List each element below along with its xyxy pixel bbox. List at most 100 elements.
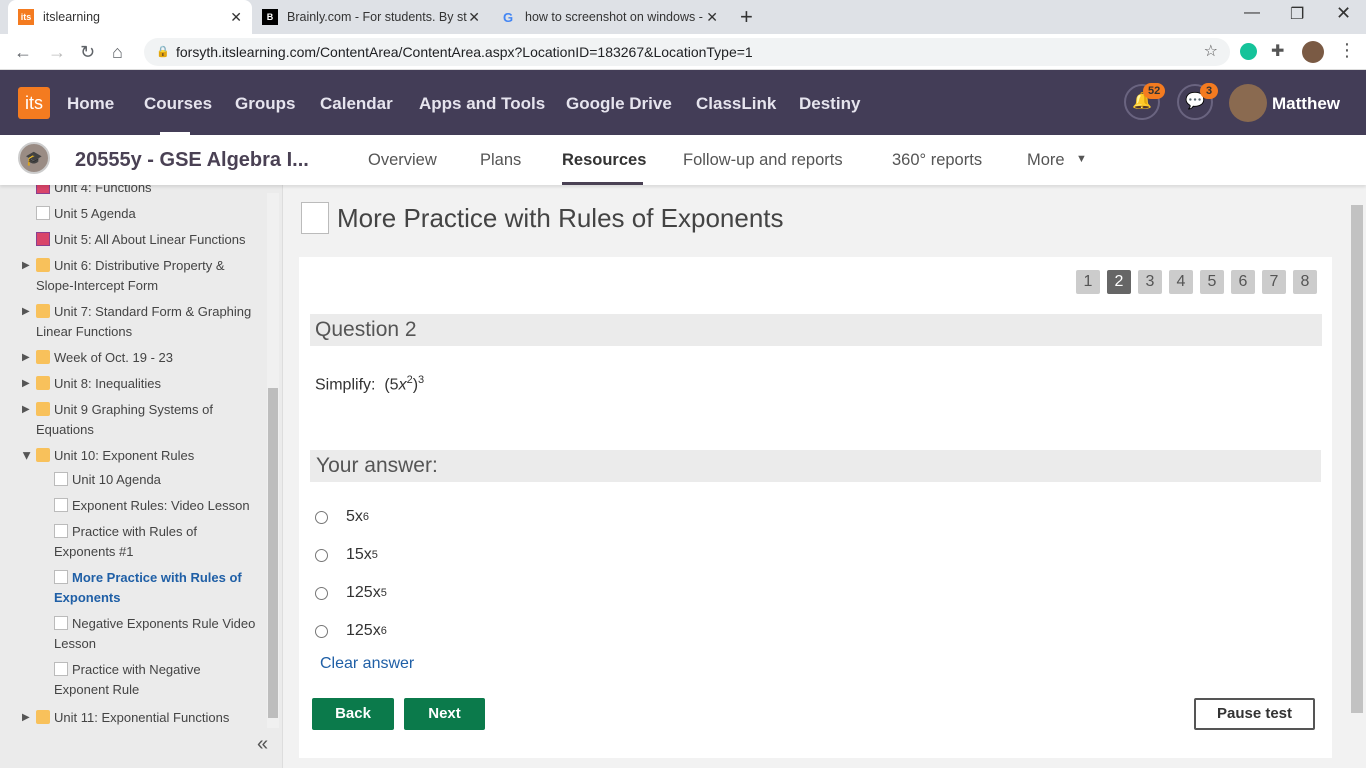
tab-360-reports[interactable]: 360° reports bbox=[892, 151, 982, 170]
tab-brainly[interactable]: B Brainly.com - For students. By stu ✕ bbox=[252, 0, 490, 34]
collapse-sidebar-icon[interactable]: « bbox=[257, 733, 268, 756]
tree-folder[interactable]: ▶ Unit 9 Graphing Systems of Equations bbox=[22, 400, 236, 440]
messages-badge: 3 bbox=[1200, 83, 1219, 99]
home-icon[interactable]: ⌂ bbox=[112, 42, 123, 63]
tab-follow-up-and-reports[interactable]: Follow-up and reports bbox=[683, 151, 843, 170]
brainly-favicon-icon: B bbox=[262, 9, 278, 25]
close-tab-icon[interactable]: ✕ bbox=[706, 9, 718, 26]
nav-apps-and-tools[interactable]: Apps and Tools bbox=[419, 94, 545, 114]
close-tab-icon[interactable]: ✕ bbox=[468, 9, 480, 26]
nav-google-drive[interactable]: Google Drive bbox=[566, 94, 672, 114]
tab-plans[interactable]: Plans bbox=[480, 151, 521, 170]
minimize-icon[interactable]: — bbox=[1244, 4, 1260, 22]
nav-classlink[interactable]: ClassLink bbox=[696, 94, 776, 114]
folder-icon bbox=[36, 710, 50, 724]
back-button[interactable]: Back bbox=[312, 698, 394, 730]
page-1-button[interactable]: 1 bbox=[1076, 270, 1100, 294]
chevron-down-icon[interactable]: ▼ bbox=[1076, 153, 1087, 165]
folder-icon bbox=[36, 402, 50, 416]
profile-avatar[interactable] bbox=[1302, 41, 1324, 63]
answer-option[interactable]: 15x 5 bbox=[315, 546, 378, 564]
nav-calendar[interactable]: Calendar bbox=[320, 94, 393, 114]
clear-answer-link[interactable]: Clear answer bbox=[320, 655, 414, 673]
tree-item[interactable]: Unit 4: Functions bbox=[36, 185, 152, 198]
tab-overview[interactable]: Overview bbox=[368, 151, 437, 170]
tab-google[interactable]: Ghow to screenshot on windows - ✕ bbox=[490, 0, 728, 34]
nav-groups[interactable]: Groups bbox=[235, 94, 295, 114]
itslearning-logo[interactable]: its bbox=[18, 87, 50, 119]
restore-icon[interactable]: ❐ bbox=[1290, 4, 1304, 24]
page-scrollbar[interactable] bbox=[1351, 205, 1363, 713]
tree-item[interactable]: Negative Exponents Rule Video Lesson bbox=[54, 614, 264, 654]
resource-tree-sidebar: Unit 4: Functions Unit 5 Agenda Unit 5: … bbox=[0, 185, 283, 768]
tree-item[interactable]: Unit 5: All About Linear Functions bbox=[36, 230, 246, 250]
folder-open-icon bbox=[36, 448, 50, 462]
grammarly-extension-icon[interactable] bbox=[1240, 43, 1257, 60]
next-button[interactable]: Next bbox=[404, 698, 485, 730]
forward-icon[interactable]: → bbox=[48, 42, 66, 63]
page-8-button[interactable]: 8 bbox=[1293, 270, 1317, 294]
chevron-down-icon: ▶ bbox=[20, 452, 32, 460]
tree-item[interactable]: Unit 10 Agenda bbox=[54, 470, 161, 490]
tree-item[interactable]: Practice with Rules of Exponents #1 bbox=[54, 522, 224, 562]
url-input[interactable]: 🔒 forsyth.itslearning.com/ContentArea/Con… bbox=[144, 38, 1230, 66]
chevron-right-icon: ▶ bbox=[22, 712, 30, 723]
test-icon bbox=[54, 524, 68, 538]
folder-icon bbox=[36, 304, 50, 318]
answer-option[interactable]: 125x 6 bbox=[315, 622, 387, 640]
tree-folder[interactable]: ▶ Week of Oct. 19 - 23 bbox=[22, 348, 173, 368]
bookmark-star-icon[interactable]: ☆ bbox=[1204, 38, 1218, 66]
radio-button[interactable] bbox=[315, 548, 328, 562]
tree-item[interactable]: Exponent Rules: Video Lesson bbox=[54, 496, 250, 516]
nav-courses[interactable]: Courses bbox=[144, 94, 212, 114]
tab-resources[interactable]: Resources bbox=[562, 151, 646, 170]
page-7-button[interactable]: 7 bbox=[1262, 270, 1286, 294]
close-tab-icon[interactable]: ✕ bbox=[230, 9, 242, 26]
tree-folder[interactable]: ▶ Unit 11: Exponential Functions bbox=[22, 708, 229, 728]
nav-home[interactable]: Home bbox=[67, 94, 114, 114]
question-heading: Question 2 bbox=[310, 314, 1322, 346]
reload-icon[interactable]: ↻ bbox=[80, 42, 95, 63]
tree-folder-expanded[interactable]: ▶ Unit 10: Exponent Rules bbox=[21, 446, 194, 466]
tree-item[interactable]: Unit 5 Agenda bbox=[36, 204, 136, 224]
sidebar-scrollbar[interactable] bbox=[267, 193, 279, 728]
page-3-button[interactable]: 3 bbox=[1138, 270, 1162, 294]
answer-option[interactable]: 125x 5 bbox=[315, 584, 387, 602]
radio-button[interactable] bbox=[315, 624, 328, 638]
tree-folder[interactable]: ▶ Unit 7: Standard Form & Graphing Linear… bbox=[22, 302, 266, 342]
tree-item[interactable]: Practice with Negative Exponent Rule bbox=[54, 660, 224, 700]
page-4-button[interactable]: 4 bbox=[1169, 270, 1193, 294]
user-avatar[interactable] bbox=[1229, 84, 1267, 122]
course-title[interactable]: 20555y - GSE Algebra I... bbox=[75, 149, 309, 172]
extensions-icon[interactable]: ✚ bbox=[1271, 41, 1284, 61]
lock-icon: 🔒 bbox=[156, 46, 170, 58]
user-name[interactable]: Matthew bbox=[1272, 94, 1340, 114]
tree-item-active[interactable]: More Practice with Rules of Exponents bbox=[54, 568, 259, 608]
notifications-badge: 52 bbox=[1143, 83, 1166, 99]
folder-icon bbox=[36, 258, 50, 272]
nav-destiny[interactable]: Destiny bbox=[799, 94, 860, 114]
back-icon[interactable]: ← bbox=[14, 42, 32, 63]
tab-title: itslearning bbox=[43, 10, 100, 24]
answer-heading: Your answer: bbox=[310, 450, 1321, 482]
radio-button[interactable] bbox=[315, 586, 328, 600]
tab-more[interactable]: More bbox=[1027, 151, 1065, 170]
url-text: forsyth.itslearning.com/ContentArea/Cont… bbox=[176, 44, 753, 60]
page-6-button[interactable]: 6 bbox=[1231, 270, 1255, 294]
close-window-icon[interactable]: ✕ bbox=[1336, 3, 1351, 24]
scrollbar-thumb[interactable] bbox=[268, 388, 278, 718]
tree-folder[interactable]: ▶ Unit 6: Distributive Property & Slope-I… bbox=[22, 256, 246, 296]
chevron-right-icon: ▶ bbox=[22, 306, 30, 317]
pause-test-button[interactable]: Pause test bbox=[1194, 698, 1315, 730]
tree-folder[interactable]: ▶ Unit 8: Inequalities bbox=[22, 374, 161, 394]
course-header: 🎓 20555y - GSE Algebra I... Overview Pla… bbox=[0, 135, 1366, 185]
new-tab-icon[interactable]: + bbox=[740, 4, 753, 30]
itslearning-top-nav: its Home Courses Groups Calendar Apps an… bbox=[0, 70, 1366, 135]
tab-itslearning[interactable]: its itslearning ✕ bbox=[8, 0, 252, 34]
test-icon bbox=[301, 202, 329, 234]
chrome-menu-icon[interactable]: ⋮ bbox=[1338, 40, 1356, 61]
page-2-button[interactable]: 2 bbox=[1107, 270, 1131, 294]
answer-option[interactable]: 5x 6 bbox=[315, 508, 369, 526]
radio-button[interactable] bbox=[315, 510, 328, 524]
page-5-button[interactable]: 5 bbox=[1200, 270, 1224, 294]
